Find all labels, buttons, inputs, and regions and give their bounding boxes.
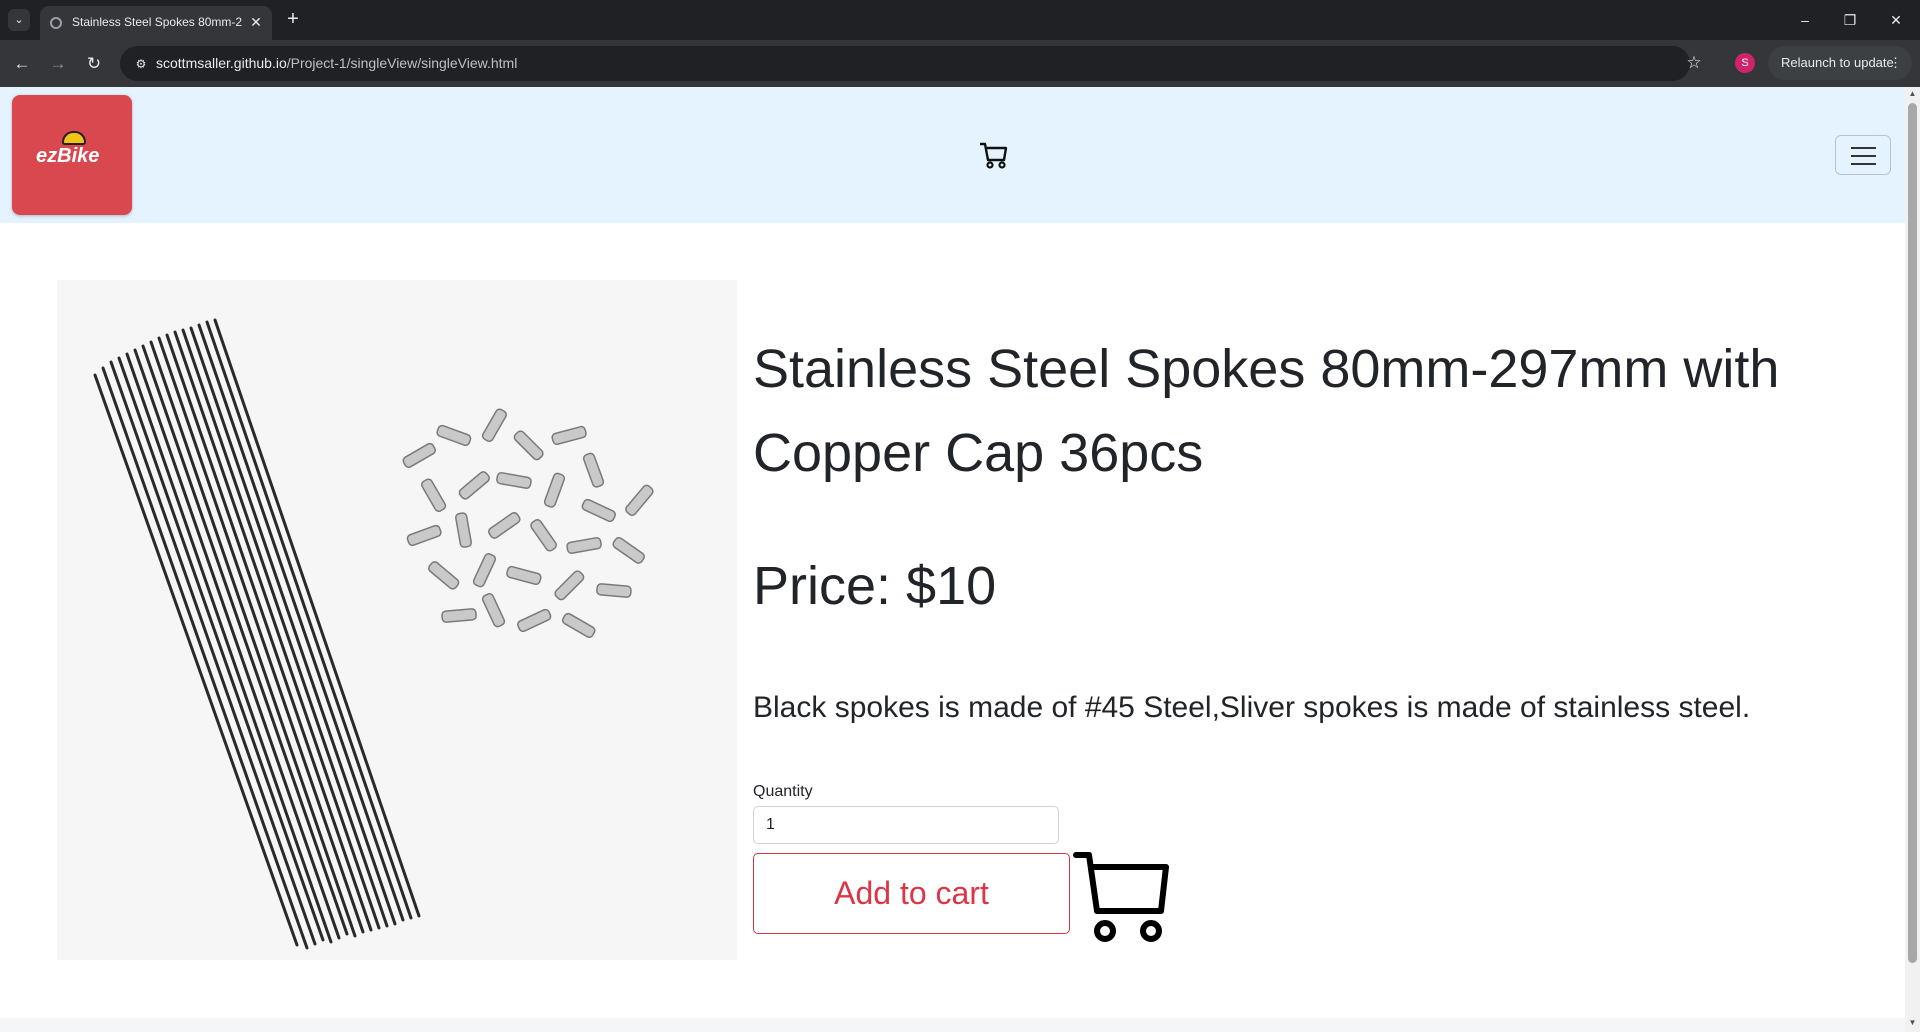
close-window-icon[interactable]: ✕ — [1884, 8, 1908, 32]
url-text[interactable]: scottmsaller.github.io/Project-1/singleV… — [156, 55, 517, 73]
scroll-thumb[interactable] — [1908, 103, 1917, 963]
scroll-up-icon[interactable]: ▲ — [1905, 89, 1920, 101]
cart-icon[interactable] — [1073, 849, 1169, 945]
profile-avatar[interactable]: S — [1735, 53, 1755, 73]
forward-icon[interactable]: → — [46, 52, 70, 76]
tab-search-button[interactable]: ⌄ — [8, 9, 30, 31]
hamburger-icon[interactable] — [1835, 135, 1891, 175]
site-info-icon[interactable]: ⚙ — [132, 55, 150, 73]
more-icon[interactable]: ⋮ — [1889, 46, 1902, 80]
logo-text: ezBike — [36, 145, 100, 167]
helmet-icon — [62, 131, 86, 145]
cart-icon[interactable] — [978, 139, 1010, 171]
new-tab-button[interactable]: + — [282, 8, 304, 30]
browser-tab[interactable]: Stainless Steel Spokes 80mm-297mm with C… — [40, 6, 272, 40]
quantity-label: Quantity — [753, 783, 813, 800]
scroll-down-icon[interactable]: ▼ — [1905, 1018, 1920, 1030]
bookmark-star-icon[interactable]: ☆ — [1682, 51, 1706, 75]
restore-icon[interactable]: ❐ — [1838, 8, 1862, 32]
close-tab-icon[interactable]: ✕ — [248, 14, 264, 30]
add-to-cart-button[interactable]: Add to cart — [753, 853, 1070, 934]
relaunch-label: Relaunch to update — [1781, 55, 1894, 70]
site-navbar: ezBike — [0, 87, 1905, 223]
tab-title: Stainless Steel Spokes 80mm-297mm with C… — [72, 15, 242, 29]
product-price: Price: $10 — [753, 556, 997, 616]
reload-icon[interactable]: ↻ — [82, 52, 106, 76]
footer-strip — [0, 1018, 1905, 1032]
brand-logo[interactable]: ezBike — [12, 95, 132, 215]
address-bar[interactable]: ⚙ scottmsaller.github.io/Project-1/singl… — [120, 46, 1690, 81]
relaunch-button[interactable]: Relaunch to update ⋮ — [1768, 46, 1912, 80]
back-icon[interactable]: ← — [10, 52, 34, 76]
page-viewport: ezBike Stainless Steel Spokes 80mm-297mm… — [0, 87, 1905, 1032]
browser-tab-bar: ⌄ Stainless Steel Spokes 80mm-297mm with… — [0, 0, 1920, 40]
minimize-icon[interactable]: – — [1793, 8, 1817, 32]
product-title: Stainless Steel Spokes 80mm-297mm with C… — [753, 339, 1780, 483]
browser-toolbar: ← → ↻ ⚙ scottmsaller.github.io/Project-1… — [0, 40, 1920, 87]
quantity-input[interactable] — [753, 806, 1059, 844]
globe-icon — [50, 17, 62, 29]
url-host: scottmsaller.github.io — [156, 55, 287, 71]
url-path: /Project-1/singleView/singleView.html — [286, 55, 518, 71]
page-scrollbar[interactable]: ▲ ▼ — [1905, 87, 1920, 1032]
product-image — [57, 280, 737, 960]
product-description: Black spokes is made of #45 Steel,Sliver… — [753, 691, 1751, 724]
